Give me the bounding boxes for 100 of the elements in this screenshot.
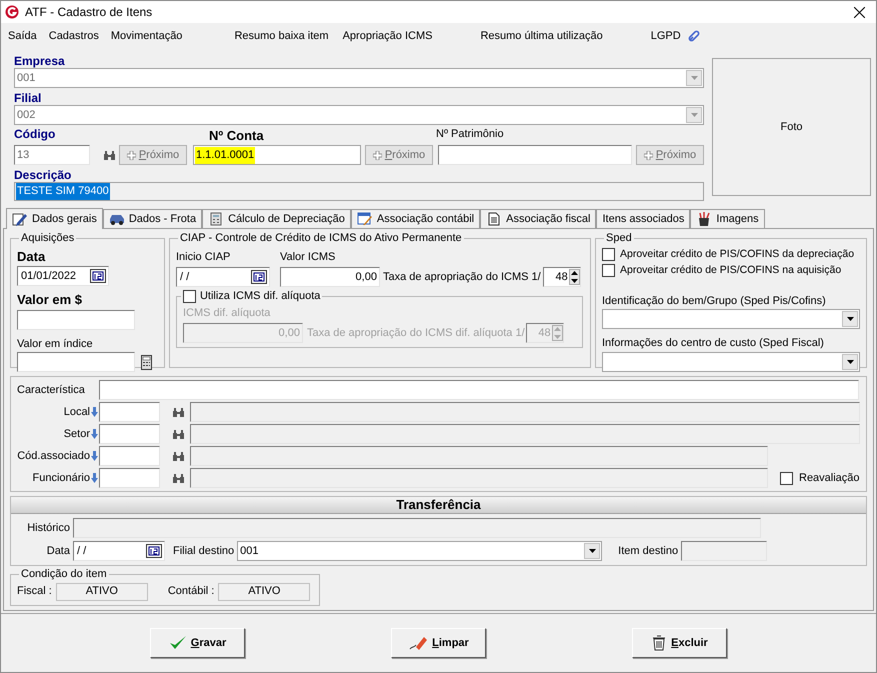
binoculars-icon[interactable]: [103, 150, 116, 160]
menu-item[interactable]: Movimentação: [110, 28, 182, 44]
checkbox-label[interactable]: Reavaliação: [799, 470, 860, 486]
field-label: Taxa de apropriação do ICMS dif. alíquota 1/: [306, 326, 525, 341]
lookup-description-field[interactable]: [190, 402, 860, 422]
section-header: Transferência: [11, 497, 866, 514]
calculator-icon[interactable]: [141, 354, 152, 370]
calendar-icon[interactable]: [250, 270, 267, 284]
field-label: Local: [64, 404, 90, 420]
destination-item-field[interactable]: [681, 541, 768, 561]
menu-item[interactable]: Apropriação ICMS: [342, 28, 432, 44]
close-icon[interactable]: [854, 6, 865, 18]
dropdown-button[interactable]: [584, 543, 600, 559]
field-label: Fiscal :: [17, 584, 52, 600]
tab[interactable]: Itens associados: [596, 209, 690, 228]
tab[interactable]: Associação contábil: [350, 209, 480, 228]
caret-icon: [846, 360, 854, 364]
checkbox-label[interactable]: Aproveitar crédito de PIS/COFINS da depreciação: [620, 246, 854, 262]
group-title: Aquisições: [20, 231, 76, 246]
spin-field[interactable]: 48: [542, 267, 581, 287]
field-label: Item destino: [618, 544, 678, 559]
dropdown-button[interactable]: [842, 311, 858, 327]
eraser-icon: [408, 634, 428, 651]
group-title: Condição do item: [20, 567, 108, 582]
menu-item[interactable]: Cadastros: [48, 28, 99, 44]
field-label: Taxa de apropriação do ICMS 1/: [382, 270, 541, 285]
checkbox-label[interactable]: Aproveitar crédito de PIS/COFINS na aquisição: [620, 262, 842, 278]
tab[interactable]: Dados - Frota: [102, 209, 202, 228]
value-field[interactable]: [17, 310, 135, 330]
checkbox[interactable]: [780, 472, 793, 484]
dropdown-button[interactable]: [842, 354, 858, 370]
dropdown-field[interactable]: [602, 309, 860, 329]
code-field[interactable]: 13: [14, 145, 90, 165]
menu-item[interactable]: Resumo última utilização: [480, 28, 603, 44]
photo-label: Foto: [780, 120, 802, 135]
characteristic-field[interactable]: [99, 380, 859, 400]
menu-item[interactable]: Resumo baixa item: [234, 28, 329, 44]
tab[interactable]: Cálculo de Depreciação: [202, 209, 351, 228]
transfer-date-field[interactable]: / /: [73, 541, 165, 561]
binoculars-icon[interactable]: [172, 406, 185, 418]
index-value-field[interactable]: [17, 352, 135, 372]
next-button[interactable]: Próximo: [636, 145, 704, 165]
lookup-description-field[interactable]: [190, 424, 860, 444]
checkbox[interactable]: [182, 290, 196, 303]
code-field[interactable]: [99, 446, 160, 466]
asset-number-field[interactable]: [438, 145, 632, 165]
field-label: Informações do centro de custo (Sped Fiscal): [602, 336, 825, 351]
calendar-icon[interactable]: [146, 544, 162, 558]
down-arrow-icon: [91, 473, 98, 483]
code-field[interactable]: [99, 424, 160, 444]
tab[interactable]: Associação fiscal: [480, 209, 596, 228]
field-label: Inicio CIAP: [176, 250, 232, 264]
code-field[interactable]: [99, 402, 160, 422]
field-label: Filial: [14, 91, 42, 105]
next-button[interactable]: Próximo: [119, 145, 187, 165]
branch-dropdown[interactable]: 002: [14, 105, 704, 125]
status-field: ATIVO: [56, 582, 148, 600]
spinner-arrows-icon[interactable]: [568, 269, 580, 285]
field-label: Valor em índice: [17, 336, 94, 352]
date-field[interactable]: 01/01/2022: [17, 266, 109, 286]
lookup-description-field[interactable]: [190, 446, 768, 466]
tab[interactable]: Imagens: [690, 209, 765, 228]
binoculars-icon[interactable]: [172, 472, 185, 484]
field-label: Código: [14, 127, 56, 143]
menu-item[interactable]: Saída: [8, 28, 37, 44]
checkbox[interactable]: [602, 248, 615, 261]
caret-icon: [588, 549, 596, 553]
lookup-description-field[interactable]: [190, 468, 768, 488]
calendar-icon[interactable]: [90, 269, 106, 283]
trash-icon: [651, 634, 668, 651]
menu-item[interactable]: LGPD: [650, 28, 681, 44]
window-title: ATF - Cadastro de Itens: [25, 4, 152, 21]
checkbox-label[interactable]: Utiliza ICMS dif. alíquota: [200, 288, 320, 304]
field-label: Funcionário: [32, 470, 90, 486]
field-label: Nº Conta: [208, 129, 265, 143]
field-label: Descrição: [14, 168, 72, 182]
destination-branch-dropdown[interactable]: 001: [237, 541, 602, 561]
link-chain-icon[interactable]: [686, 29, 701, 43]
company-dropdown[interactable]: 001: [14, 68, 704, 88]
field-label: Filial destino: [173, 544, 234, 559]
action-button[interactable]: Excluir: [632, 628, 727, 658]
tab[interactable]: Dados gerais: [6, 208, 103, 229]
dropdown-field[interactable]: [602, 352, 860, 372]
action-button[interactable]: Gravar: [150, 628, 245, 658]
checkbox[interactable]: [602, 264, 615, 277]
plus-icon: [126, 150, 136, 160]
ciap-start-field[interactable]: / /: [176, 267, 270, 287]
caret-icon: [846, 317, 854, 321]
calculator-icon: [208, 212, 224, 226]
icms-value-field[interactable]: 0,00: [280, 267, 380, 287]
field-label: Identificação do bem/Grupo (Sped Pis/Cofins): [602, 294, 827, 308]
code-field[interactable]: [99, 468, 160, 488]
next-button[interactable]: Próximo: [365, 145, 433, 165]
action-button[interactable]: Limpar: [391, 628, 486, 658]
status-field: ATIVO: [218, 582, 310, 600]
binoculars-icon[interactable]: [172, 450, 185, 462]
car-icon: [108, 212, 125, 226]
field-label: Data: [17, 248, 46, 266]
binoculars-icon[interactable]: [172, 428, 185, 440]
history-field[interactable]: [73, 518, 761, 538]
